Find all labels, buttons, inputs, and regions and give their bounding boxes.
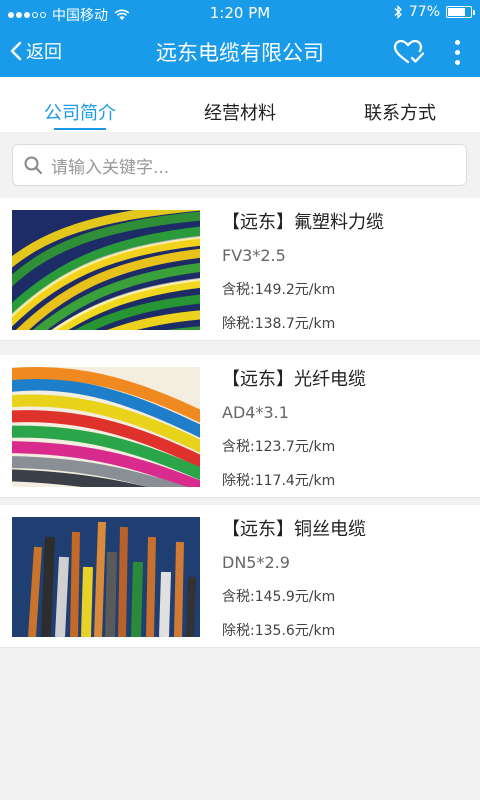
tab-contact[interactable]: 联系方式	[320, 77, 480, 132]
product-image	[12, 210, 200, 330]
more-dot	[455, 60, 460, 65]
price-tax-excluded: 除税:135.6元/km	[222, 623, 336, 639]
product-info: 【远东】铜丝电缆 DN5*2.9 含税:145.9元/km 除税:135.6元/…	[222, 515, 366, 640]
heart-check-icon	[393, 39, 425, 64]
product-item[interactable]: 【远东】光纤电缆 AD4*3.1 含税:123.7元/km 除税:117.4元/…	[0, 355, 480, 498]
product-image	[12, 367, 200, 487]
battery-icon	[446, 6, 475, 18]
price-tax-included: 含税:145.9元/km	[222, 589, 336, 605]
tab-bar: 公司简介 经营材料 联系方式	[0, 77, 480, 132]
price-tax-excluded: 除税:138.7元/km	[222, 316, 336, 332]
battery-level	[448, 8, 465, 16]
product-model: FV3*2.5	[222, 246, 286, 265]
search-icon	[24, 156, 42, 174]
product-item[interactable]: 【远东】氟塑料力缆 FV3*2.5 含税:149.2元/km 除税:138.7元…	[0, 198, 480, 341]
product-model: AD4*3.1	[222, 403, 289, 422]
battery-percent: 77%	[408, 4, 440, 20]
product-name: 【远东】氟塑料力缆	[222, 212, 384, 233]
product-image	[12, 517, 200, 637]
tab-company-intro[interactable]: 公司简介	[0, 77, 160, 132]
price-tax-excluded: 除税:117.4元/km	[222, 473, 336, 489]
more-dot	[455, 40, 460, 45]
favorite-button[interactable]	[393, 39, 425, 69]
product-name: 【远东】光纤电缆	[222, 369, 366, 390]
more-menu-button[interactable]	[455, 40, 460, 65]
status-bar: 中国移动 1:20 PM 77%	[0, 0, 480, 26]
product-model: DN5*2.9	[222, 553, 290, 572]
search-placeholder: 请输入关键字...	[51, 157, 170, 178]
search-input[interactable]: 请输入关键字...	[12, 144, 467, 186]
more-dot	[455, 50, 460, 55]
price-tax-included: 含税:123.7元/km	[222, 439, 336, 455]
product-item[interactable]: 【远东】铜丝电缆 DN5*2.9 含税:145.9元/km 除税:135.6元/…	[0, 505, 480, 648]
price-tax-included: 含税:149.2元/km	[222, 282, 336, 298]
product-info: 【远东】氟塑料力缆 FV3*2.5 含税:149.2元/km 除税:138.7元…	[222, 208, 384, 333]
bluetooth-icon	[394, 5, 402, 19]
app-header: 中国移动 1:20 PM 77% 返回 远东电缆有限公司	[0, 0, 480, 77]
status-right: 77%	[393, 4, 475, 20]
nav-bar: 返回 远东电缆有限公司	[0, 26, 480, 77]
search-area: 请输入关键字...	[0, 132, 480, 198]
tab-business-materials[interactable]: 经营材料	[160, 77, 320, 132]
product-info: 【远东】光纤电缆 AD4*3.1 含税:123.7元/km 除税:117.4元/…	[222, 365, 366, 490]
product-name: 【远东】铜丝电缆	[222, 519, 366, 540]
